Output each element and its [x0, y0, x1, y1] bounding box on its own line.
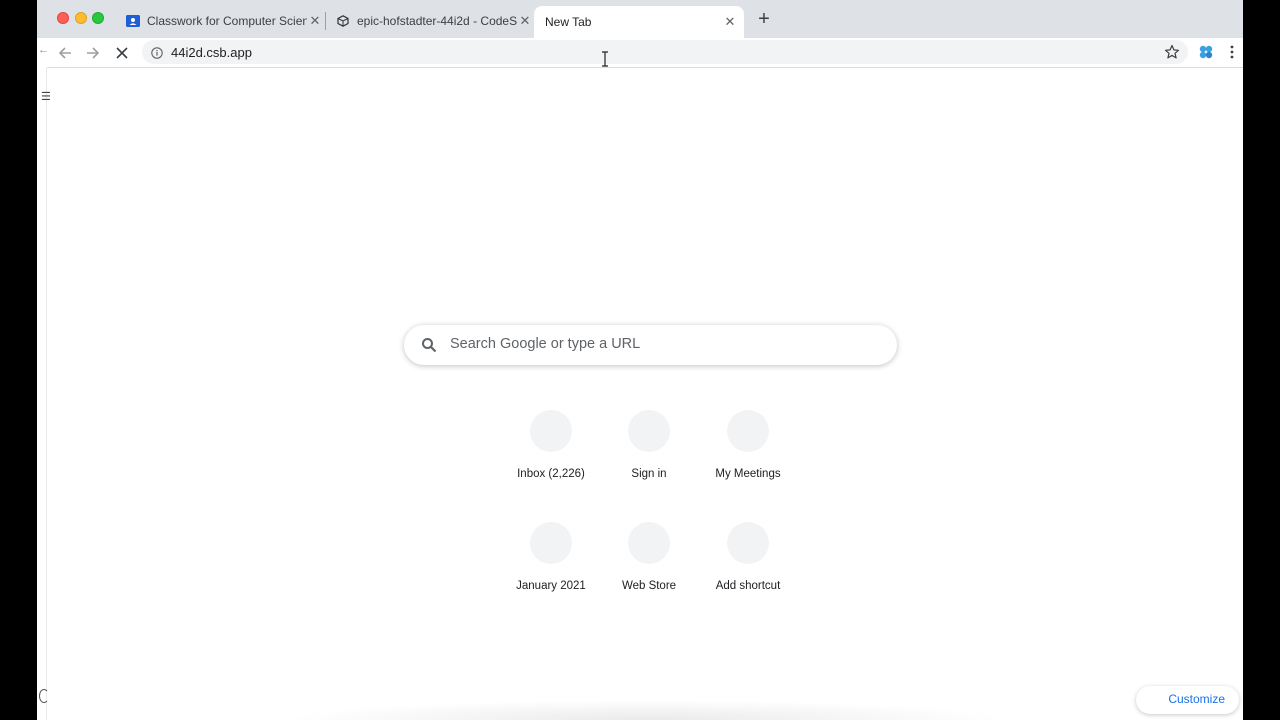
hamburger-icon: ☰ — [41, 91, 51, 103]
shortcut-icon — [727, 522, 769, 564]
shortcut-icon — [628, 410, 670, 452]
bookmark-star-icon[interactable] — [1164, 44, 1180, 60]
shortcut-icon — [530, 410, 572, 452]
tab-separator — [325, 12, 326, 30]
bottom-shadow — [287, 700, 1007, 720]
shortcut-label: My Meetings — [715, 468, 781, 480]
circle-icon — [39, 689, 49, 703]
shortcut-label: Inbox (2,226) — [517, 468, 585, 480]
minimize-window-button[interactable] — [75, 12, 87, 24]
shortcut-my-meetings[interactable]: My Meetings — [692, 410, 804, 510]
toolbar: 44i2d.csb.app — [37, 38, 1243, 68]
screen: Classwork for Computer Science ✕ epic-ho… — [0, 0, 1280, 720]
tab-title: Classwork for Computer Science — [147, 14, 307, 28]
shortcut-icon — [727, 410, 769, 452]
tab-classwork[interactable]: Classwork for Computer Science ✕ — [125, 6, 323, 36]
customize-label: Customize — [1168, 692, 1225, 706]
text-cursor-icon — [601, 51, 609, 67]
shortcut-icon — [530, 522, 572, 564]
back-arrow-icon: ← — [38, 44, 49, 56]
stop-loading-icon[interactable] — [112, 43, 132, 63]
background-window-edge: ☰ — [37, 68, 51, 720]
tab-codesandbox[interactable]: epic-hofstadter-44i2d - CodeSandbox ✕ — [335, 6, 533, 36]
new-tab-button[interactable]: + — [755, 9, 773, 29]
forward-arrow-icon[interactable] — [83, 43, 103, 63]
address-bar[interactable]: 44i2d.csb.app — [142, 40, 1188, 64]
shortcut-label: January 2021 — [516, 580, 586, 592]
shortcut-january-2021[interactable]: January 2021 — [495, 522, 607, 622]
shortcut-label: Add shortcut — [715, 580, 781, 592]
add-shortcut-button[interactable]: Add shortcut — [692, 522, 804, 622]
ntp-search-box[interactable]: Search Google or type a URL — [404, 325, 897, 365]
background-window-edge: ← — [37, 38, 49, 68]
fullscreen-window-button[interactable] — [92, 12, 104, 24]
extension-icon[interactable] — [1198, 44, 1214, 60]
browser-window: Classwork for Computer Science ✕ epic-ho… — [37, 0, 1243, 720]
site-info-icon[interactable] — [151, 46, 163, 59]
tab-close-icon[interactable]: ✕ — [307, 13, 323, 29]
url-text: 44i2d.csb.app — [171, 45, 252, 60]
tab-title: epic-hofstadter-44i2d - CodeSandbox — [357, 14, 517, 28]
codesandbox-icon — [335, 13, 351, 29]
shortcut-label: Web Store — [621, 580, 677, 592]
shortcut-sign-in[interactable]: Sign in — [593, 410, 705, 510]
shortcut-label: Sign in — [631, 468, 667, 480]
back-arrow-icon[interactable] — [55, 43, 75, 63]
tab-title: New Tab — [545, 15, 592, 29]
close-window-button[interactable] — [57, 12, 69, 24]
shortcut-icon — [628, 522, 670, 564]
tab-strip: Classwork for Computer Science ✕ epic-ho… — [37, 0, 1243, 38]
browser-menu-icon[interactable] — [1229, 45, 1235, 59]
customize-button[interactable]: Customize — [1136, 686, 1239, 714]
shortcut-inbox[interactable]: Inbox (2,226) — [495, 410, 607, 510]
tab-close-icon[interactable]: ✕ — [517, 13, 533, 29]
classroom-icon — [125, 13, 141, 29]
tab-new-tab[interactable]: New Tab ✕ — [534, 6, 744, 38]
search-icon — [421, 337, 437, 353]
search-placeholder: Search Google or type a URL — [450, 336, 641, 352]
shortcut-web-store[interactable]: Web Store — [593, 522, 705, 622]
tab-close-icon[interactable]: ✕ — [722, 14, 738, 30]
